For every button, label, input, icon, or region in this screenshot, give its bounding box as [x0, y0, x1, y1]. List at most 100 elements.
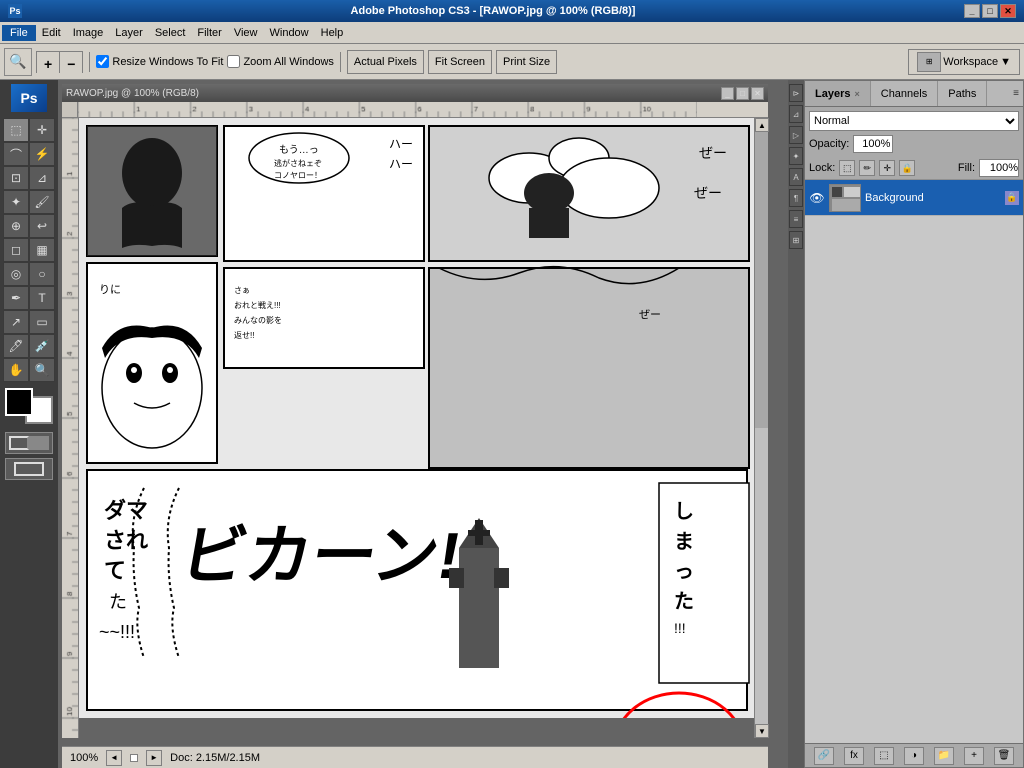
zoom-tool-icon[interactable]: 🔍	[4, 48, 32, 76]
zoom-out-button[interactable]: −	[60, 52, 82, 76]
layer-adjustment-button[interactable]: ◑	[904, 747, 924, 765]
menu-item-edit[interactable]: Edit	[36, 25, 67, 41]
zoom-all-input[interactable]	[227, 55, 240, 68]
zoom-all-checkbox[interactable]: Zoom All Windows	[227, 55, 333, 68]
magic-wand-tool[interactable]: ⚡	[29, 142, 55, 166]
shape-tool[interactable]: ▭	[29, 310, 55, 334]
canvas-maximize-button[interactable]: □	[736, 87, 749, 100]
side-tool-6[interactable]: ¶	[789, 189, 803, 207]
main-area: Ps ⬚ ✛ ⌒ ⚡ ⊡ ⊿ ✦ 🖌 ⊕ ↩	[0, 80, 1024, 768]
side-tool-4[interactable]: ✦	[789, 147, 803, 165]
stamp-tool[interactable]: ⊕	[3, 214, 29, 238]
blend-mode-select[interactable]: Normal Multiply Screen	[809, 111, 1019, 131]
minimize-button[interactable]: _	[964, 4, 980, 18]
maximize-button[interactable]: □	[982, 4, 998, 18]
menu-item-view[interactable]: View	[228, 25, 264, 41]
close-button[interactable]: ✕	[1000, 4, 1016, 18]
canvas-minimize-button[interactable]: _	[721, 87, 734, 100]
menu-item-help[interactable]: Help	[315, 25, 350, 41]
side-tool-7[interactable]: ≡	[789, 210, 803, 228]
healing-tool[interactable]: ✦	[3, 190, 29, 214]
layer-visibility-eye[interactable]: 👁	[809, 190, 825, 206]
tools-panel: Ps ⬚ ✛ ⌒ ⚡ ⊡ ⊿ ✦ 🖌 ⊕ ↩	[0, 80, 58, 768]
opacity-input[interactable]	[853, 135, 893, 153]
nav-left-button[interactable]: ◄	[106, 750, 122, 766]
history-brush-tool[interactable]: ↩	[29, 214, 55, 238]
side-tool-3[interactable]: ▷	[789, 126, 803, 144]
crop-tool[interactable]: ⊡	[3, 166, 29, 190]
layer-item-background[interactable]: 👁 Background 🔒	[805, 180, 1023, 216]
layer-delete-button[interactable]: 🗑	[994, 747, 1014, 765]
scroll-track-v[interactable]	[755, 428, 768, 724]
tab-paths[interactable]: Paths	[938, 81, 987, 106]
side-tool-1[interactable]: ⊳	[789, 84, 803, 102]
eraser-tool[interactable]: ◻	[3, 238, 29, 262]
canvas-controls[interactable]: _ □ ✕	[721, 87, 764, 100]
actual-pixels-button[interactable]: Actual Pixels	[347, 50, 424, 74]
svg-text:ぜー: ぜー	[639, 308, 661, 321]
workspace-button[interactable]: ⊞ Workspace ▼	[908, 49, 1020, 75]
path-tool[interactable]: ✒	[3, 286, 29, 310]
tab-layers-close[interactable]: ×	[854, 89, 859, 99]
menu-item-file[interactable]: File	[2, 25, 36, 41]
lasso-tool[interactable]: ⌒	[3, 142, 29, 166]
gradient-tool[interactable]: ▦	[29, 238, 55, 262]
brush-tool[interactable]: 🖌	[29, 190, 55, 214]
canvas-close-button[interactable]: ✕	[751, 87, 764, 100]
layer-mask-button[interactable]: ⬚	[874, 747, 894, 765]
tab-channels[interactable]: Channels	[871, 81, 938, 106]
svg-text:返せ!!: 返せ!!	[234, 331, 254, 340]
layers-panel: Layers × Channels Paths ≡ Normal Multipl…	[804, 80, 1024, 768]
lock-all-button[interactable]: 🔒	[899, 160, 915, 176]
side-tool-2[interactable]: ⊿	[789, 105, 803, 123]
menu-item-select[interactable]: Select	[149, 25, 192, 41]
lock-move-button[interactable]: ✛	[879, 160, 895, 176]
vertical-scrollbar[interactable]: ▲ ▼	[754, 118, 768, 738]
layer-link-button[interactable]: 🔗	[814, 747, 834, 765]
menu-item-filter[interactable]: Filter	[191, 25, 227, 41]
titlebar-controls[interactable]: _ □ ✕	[964, 4, 1016, 18]
lock-transparent-button[interactable]: ⬚	[839, 160, 855, 176]
blend-mode-row: Normal Multiply Screen	[809, 111, 1019, 131]
dodge-tool[interactable]: ○	[29, 262, 55, 286]
scroll-up-button[interactable]: ▲	[755, 118, 769, 132]
hand-tool[interactable]: ✋	[3, 358, 29, 382]
nav-right-button[interactable]: ►	[146, 750, 162, 766]
blur-tool[interactable]: ◎	[3, 262, 29, 286]
path-select-tool[interactable]: ↗	[3, 310, 29, 334]
slice-tool[interactable]: ⊿	[29, 166, 55, 190]
zoom-tool[interactable]: 🔍	[29, 358, 55, 382]
foreground-color-swatch[interactable]	[5, 388, 33, 416]
color-swatches[interactable]	[5, 388, 53, 424]
fit-screen-button[interactable]: Fit Screen	[428, 50, 492, 74]
print-size-button[interactable]: Print Size	[496, 50, 557, 74]
svg-text:ぜー: ぜー	[694, 185, 722, 201]
resize-windows-input[interactable]	[96, 55, 109, 68]
workspace-icon: ⊞	[917, 52, 941, 72]
lock-brush-button[interactable]: ✏	[859, 160, 875, 176]
move-tool[interactable]: ✛	[29, 118, 55, 142]
side-tool-5[interactable]: A	[789, 168, 803, 186]
screen-mode-btn[interactable]	[5, 458, 53, 480]
resize-windows-label: Resize Windows To Fit	[112, 56, 223, 68]
menu-item-layer[interactable]: Layer	[109, 25, 149, 41]
marquee-tool[interactable]: ⬚	[3, 118, 29, 142]
quick-mask-btn[interactable]	[5, 432, 53, 454]
layer-group-button[interactable]: 📁	[934, 747, 954, 765]
layers-options-button[interactable]: ≡	[1013, 88, 1023, 99]
side-tool-8[interactable]: ⊞	[789, 231, 803, 249]
tab-layers[interactable]: Layers ×	[805, 81, 871, 106]
menu-item-window[interactable]: Window	[264, 25, 315, 41]
image-canvas[interactable]: もう…っ 逃がさねェぞ コノヤロー！ ハー ハー ぜー ぜー	[79, 118, 754, 738]
layer-new-button[interactable]: +	[964, 747, 984, 765]
layer-fx-button[interactable]: fx	[844, 747, 864, 765]
menu-item-image[interactable]: Image	[67, 25, 110, 41]
zoom-in-button[interactable]: +	[37, 52, 59, 76]
eyedropper-tool[interactable]: 💉	[29, 334, 55, 358]
resize-windows-checkbox[interactable]: Resize Windows To Fit	[96, 55, 223, 68]
text-tool[interactable]: T	[29, 286, 55, 310]
scroll-down-button[interactable]: ▼	[755, 724, 769, 738]
fill-input[interactable]	[979, 159, 1019, 177]
scroll-thumb-v[interactable]	[755, 132, 768, 428]
notes-tool[interactable]: 🖊	[3, 334, 29, 358]
